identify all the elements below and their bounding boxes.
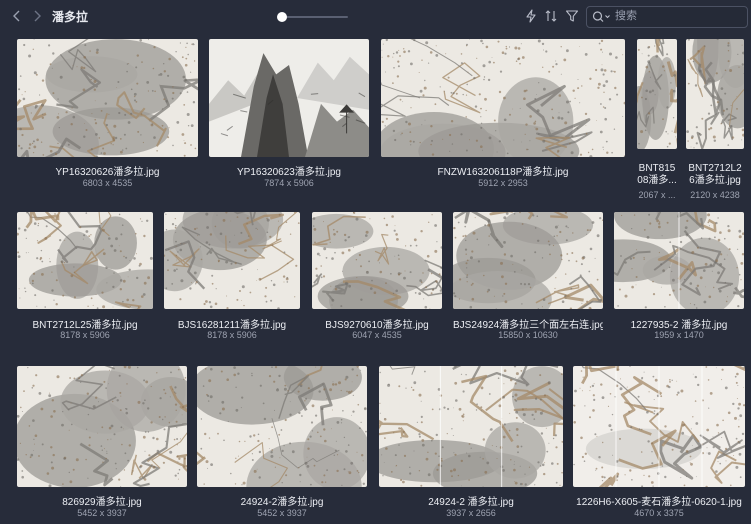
file-name-line: 6潘多拉.jpg — [689, 175, 741, 186]
file-item[interactable]: 24924-2潘多拉.jpg 5452 x 3937 — [197, 366, 367, 521]
zoom-slider[interactable] — [276, 12, 348, 22]
file-thumbnail[interactable] — [573, 366, 745, 487]
landscape-painting-image — [209, 39, 369, 157]
file-item[interactable]: BJS9270610潘多拉.jpg 6047 x 4535 — [312, 212, 442, 342]
file-item[interactable]: 1227935-2 潘多拉.jpg 1959 x 1470 — [614, 212, 744, 342]
file-thumbnail[interactable] — [312, 212, 442, 309]
marble-image — [381, 39, 625, 157]
file-name: 24924-2潘多拉.jpg — [240, 497, 324, 508]
chevron-left-icon — [13, 10, 20, 22]
file-dimensions: 5452 x 3937 — [257, 508, 307, 518]
file-item[interactable]: BNT2712L2 6潘多拉.jpg 2120 x 4238 — [686, 39, 744, 204]
file-thumbnail[interactable] — [17, 212, 153, 309]
file-thumbnail[interactable] — [164, 212, 300, 309]
file-item[interactable]: BNT815 08潘多... 2067 x ... — [637, 39, 677, 204]
file-dimensions: 7874 x 5906 — [264, 178, 314, 188]
file-name: BJS16281211潘多拉.jpg — [177, 320, 287, 331]
marble-image — [614, 212, 744, 309]
file-dimensions: 8178 x 5906 — [60, 330, 110, 340]
file-name: YP16320626潘多拉.jpg — [55, 167, 160, 178]
file-name: 1227935-2 潘多拉.jpg — [630, 320, 728, 331]
file-name-line: BNT2712L2 — [688, 163, 742, 174]
file-item[interactable]: BJS24924潘多拉三个面左右连.jpg 15850 x 10630 — [453, 212, 603, 342]
file-dimensions: 8178 x 5906 — [207, 330, 257, 340]
forward-button[interactable] — [30, 9, 44, 23]
filter-button[interactable] — [565, 9, 579, 23]
file-item[interactable]: YP16320626潘多拉.jpg 6803 x 4535 — [17, 39, 198, 189]
marble-image — [197, 366, 367, 487]
file-name: BNT815 08潘多... — [637, 163, 677, 187]
file-dimensions: 3937 x 2656 — [446, 508, 496, 518]
marble-image — [379, 366, 563, 487]
file-item[interactable]: BNT2712L25潘多拉.jpg 8178 x 5906 — [17, 212, 153, 342]
file-name: FNZW163206118P潘多拉.jpg — [437, 167, 569, 178]
file-dimensions: 4670 x 3375 — [634, 508, 684, 518]
file-thumbnail[interactable] — [17, 366, 187, 487]
file-thumbnail[interactable] — [17, 39, 198, 157]
file-name: 826929潘多拉.jpg — [62, 497, 142, 508]
chevron-right-icon — [34, 10, 41, 22]
marble-image — [17, 212, 153, 309]
file-thumbnail[interactable] — [197, 366, 367, 487]
marble-image — [164, 212, 300, 309]
file-name: BNT2712L25潘多拉.jpg — [32, 320, 138, 331]
marble-image — [637, 39, 677, 149]
file-name: BJS24924潘多拉三个面左右连.jpg — [453, 320, 603, 331]
file-thumbnail[interactable] — [381, 39, 625, 157]
search-icon[interactable] — [592, 10, 612, 24]
file-dimensions: 5452 x 3937 — [77, 508, 127, 518]
file-thumbnail[interactable] — [614, 212, 744, 309]
file-dimensions: 2067 x ... — [638, 190, 676, 200]
file-dimensions: 2120 x 4238 — [690, 190, 740, 200]
file-dimensions: 5912 x 2953 — [478, 178, 528, 188]
marble-image — [453, 212, 603, 309]
file-item[interactable]: BJS16281211潘多拉.jpg 8178 x 5906 — [164, 212, 300, 342]
file-dimensions: 1959 x 1470 — [654, 330, 704, 340]
funnel-icon — [565, 10, 579, 22]
file-thumbnail[interactable] — [637, 39, 677, 149]
file-dimensions: 15850 x 10630 — [498, 330, 558, 340]
back-button[interactable] — [10, 9, 24, 23]
file-name: 1226H6-X605-麦石潘多拉-0620-1.jpg — [576, 497, 742, 508]
lightning-icon — [526, 9, 536, 23]
toolbar: 潘多拉 — [0, 0, 751, 34]
marble-image — [686, 39, 744, 149]
file-name-line: BNT815 — [638, 163, 676, 174]
file-name-line: 08潘多... — [637, 175, 677, 186]
file-thumbnail[interactable] — [209, 39, 369, 157]
file-thumbnail[interactable] — [686, 39, 744, 149]
file-item[interactable]: 24924-2 潘多拉.jpg 3937 x 2656 — [379, 366, 563, 521]
file-item[interactable]: 1226H6-X605-麦石潘多拉-0620-1.jpg 4670 x 3375 — [573, 366, 745, 521]
file-thumbnail[interactable] — [379, 366, 563, 487]
file-name: BNT2712L2 6潘多拉.jpg — [686, 163, 744, 187]
sort-icon — [545, 10, 557, 22]
quick-filter-button[interactable] — [524, 9, 538, 23]
file-name: 24924-2 潘多拉.jpg — [428, 497, 514, 508]
file-dimensions: 6803 x 4535 — [82, 178, 133, 188]
file-dimensions: 6047 x 4535 — [352, 330, 402, 340]
marble-image — [573, 366, 745, 487]
search-box[interactable] — [586, 6, 748, 28]
search-input[interactable] — [615, 8, 741, 24]
file-name: BJS9270610潘多拉.jpg — [325, 320, 429, 331]
marble-image — [17, 366, 187, 487]
folder-title: 潘多拉 — [52, 10, 89, 24]
file-item[interactable]: 826929潘多拉.jpg 5452 x 3937 — [17, 366, 187, 521]
marble-image — [17, 39, 198, 157]
file-name: YP16320623潘多拉.jpg — [237, 167, 341, 178]
sort-button[interactable] — [544, 9, 558, 23]
marble-image — [312, 212, 442, 309]
file-item[interactable]: FNZW163206118P潘多拉.jpg 5912 x 2953 — [381, 39, 625, 189]
file-item[interactable]: YP16320623潘多拉.jpg 7874 x 5906 — [209, 39, 369, 189]
zoom-slider-handle[interactable] — [276, 12, 287, 22]
file-thumbnail[interactable] — [453, 212, 603, 309]
